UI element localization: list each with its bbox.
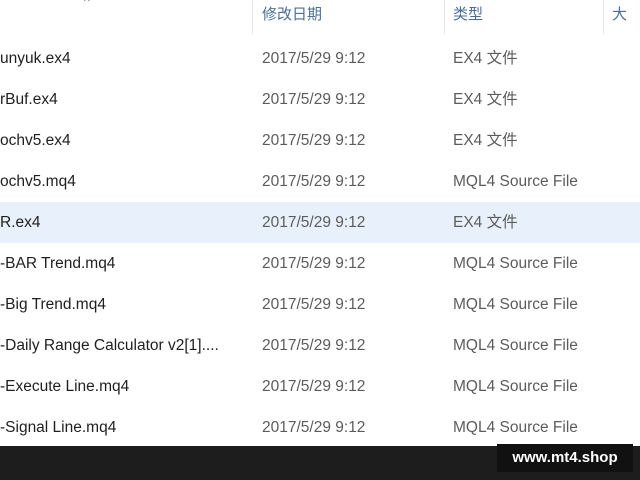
file-name: ochv5.mq4	[0, 173, 76, 190]
file-type: MQL4 Source File	[453, 337, 578, 354]
file-date-modified: 2017/5/29 9:12	[262, 173, 366, 190]
file-row[interactable]: -Big Trend.mq4 2017/5/29 9:12 MQL4 Sourc…	[0, 284, 640, 325]
file-date-modified: 2017/5/29 9:12	[262, 255, 366, 272]
file-name: ochv5.ex4	[0, 132, 71, 149]
file-type: MQL4 Source File	[453, 255, 578, 272]
file-name: unyuk.ex4	[0, 50, 71, 67]
file-row[interactable]: -Daily Range Calculator v2[1].... 2017/5…	[0, 325, 640, 366]
file-date-modified: 2017/5/29 9:12	[262, 296, 366, 313]
file-type: EX4 文件	[453, 214, 518, 231]
file-date-modified: 2017/5/29 9:12	[262, 337, 366, 354]
file-type: MQL4 Source File	[453, 296, 578, 313]
sort-indicator-icon: ^	[84, 0, 90, 8]
file-type: EX4 文件	[453, 50, 518, 67]
file-row[interactable]: rBuf.ex4 2017/5/29 9:12 EX4 文件	[0, 79, 640, 120]
column-header-size[interactable]: 大小	[604, 0, 640, 34]
file-name: -Signal Line.mq4	[0, 419, 117, 436]
file-row[interactable]: ochv5.ex4 2017/5/29 9:12 EX4 文件	[0, 120, 640, 161]
file-type: MQL4 Source File	[453, 173, 578, 190]
file-date-modified: 2017/5/29 9:12	[262, 132, 366, 149]
file-date-modified: 2017/5/29 9:12	[262, 50, 366, 67]
file-name: -Execute Line.mq4	[0, 378, 130, 395]
file-name: -BAR Trend.mq4	[0, 255, 116, 272]
file-date-modified: 2017/5/29 9:12	[262, 419, 366, 436]
file-date-modified: 2017/5/29 9:12	[262, 91, 366, 108]
file-name: rBuf.ex4	[0, 91, 58, 108]
file-row[interactable]: -Signal Line.mq4 2017/5/29 9:12 MQL4 Sou…	[0, 407, 640, 448]
file-row[interactable]: -Execute Line.mq4 2017/5/29 9:12 MQL4 So…	[0, 366, 640, 407]
file-type: MQL4 Source File	[453, 419, 578, 436]
file-type: EX4 文件	[453, 132, 518, 149]
file-row[interactable]: ochv5.mq4 2017/5/29 9:12 MQL4 Source Fil…	[0, 161, 640, 202]
file-type: EX4 文件	[453, 91, 518, 108]
file-row[interactable]: -BAR Trend.mq4 2017/5/29 9:12 MQL4 Sourc…	[0, 243, 640, 284]
column-header-bar: ^ 修改日期 类型 大小	[0, 0, 640, 34]
column-divider[interactable]	[252, 0, 253, 34]
file-type: MQL4 Source File	[453, 378, 578, 395]
file-row-selected[interactable]: R.ex4 2017/5/29 9:12 EX4 文件	[0, 202, 640, 243]
file-list: unyuk.ex4 2017/5/29 9:12 EX4 文件 rBuf.ex4…	[0, 38, 640, 448]
file-name: R.ex4	[0, 214, 41, 231]
file-date-modified: 2017/5/29 9:12	[262, 378, 366, 395]
file-name: -Big Trend.mq4	[0, 296, 106, 313]
file-date-modified: 2017/5/29 9:12	[262, 214, 366, 231]
column-header-type[interactable]: 类型	[445, 0, 603, 34]
file-row[interactable]: unyuk.ex4 2017/5/29 9:12 EX4 文件	[0, 38, 640, 79]
column-header-date-modified[interactable]: 修改日期	[254, 0, 444, 34]
file-name: -Daily Range Calculator v2[1]....	[0, 337, 219, 354]
watermark-label: www.mt4.shop	[497, 444, 633, 472]
